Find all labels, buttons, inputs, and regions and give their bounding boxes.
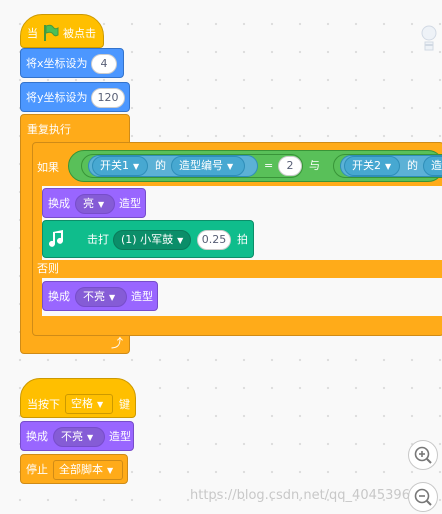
and-operator[interactable]: 开关1 ▼ 的 造型编号 ▼ = 2 与 开关2 ▼ 的 造	[68, 150, 442, 182]
key-dropdown[interactable]: 空格 ▼	[65, 394, 113, 414]
set-x-label: 将x坐标设为	[26, 57, 88, 70]
chevron-down-icon: ▼	[109, 293, 116, 302]
chevron-down-icon: ▼	[227, 162, 234, 171]
zoom-in-icon	[414, 446, 432, 464]
drum-label: 击打	[87, 233, 109, 246]
stop-option-dropdown[interactable]: 全部脚本 ▼	[53, 460, 123, 480]
else-costume-suffix-label: 造型	[131, 290, 153, 303]
set-x-block[interactable]: 将x坐标设为 4	[20, 48, 124, 78]
set-y-value-input[interactable]: 120	[91, 88, 125, 108]
loop-arrow-icon: ⤴	[111, 336, 124, 350]
switch-costume-block-2[interactable]: 换成 不亮 ▼ 造型	[20, 421, 134, 451]
sprite-thumbnail-icon[interactable]	[420, 22, 438, 54]
drum-dropdown[interactable]: (1) 小军鼓 ▼	[113, 230, 191, 250]
costume-suffix-label-2: 造型	[109, 430, 131, 443]
equals-operator[interactable]: 开关1 ▼ 的 造型编号 ▼ = 2	[81, 154, 303, 178]
beats-value-input[interactable]: 0.25	[197, 230, 231, 250]
costume-suffix-label: 造型	[119, 197, 141, 210]
zoom-out-icon	[414, 488, 432, 506]
forever-label: 重复执行	[27, 123, 71, 136]
chevron-down-icon: ▼	[98, 200, 105, 209]
chevron-down-icon: ▼	[97, 400, 104, 409]
switch-costume-label-else: 换成	[48, 290, 70, 303]
equals-value-input[interactable]: 2	[278, 156, 302, 176]
chevron-down-icon: ▼	[385, 162, 392, 171]
hat-clicked-label: 被点击	[63, 27, 96, 40]
equals-label: =	[264, 159, 274, 172]
switch-costume-label-2: 换成	[26, 430, 48, 443]
play-drum-block[interactable]: 击打 (1) 小军鼓 ▼ 0.25 拍	[42, 220, 254, 258]
costume-dropdown-2[interactable]: 不亮 ▼	[53, 427, 105, 447]
costume-dropdown-off[interactable]: 不亮 ▼	[75, 287, 127, 307]
set-x-value-input[interactable]: 4	[91, 54, 117, 74]
sensing-of-block-2[interactable]: 开关2 ▼ 的 造	[340, 155, 442, 177]
sensor1-dropdown[interactable]: 开关1 ▼	[92, 156, 148, 176]
zoom-out-button[interactable]	[408, 482, 438, 512]
when-key-label: 当按下	[27, 398, 60, 411]
stop-label: 停止	[26, 463, 48, 476]
set-y-block[interactable]: 将y坐标设为 120	[20, 82, 130, 112]
chevron-down-icon: ▼	[107, 466, 114, 475]
else-label: 否则	[37, 262, 59, 275]
costume-dropdown-on[interactable]: 亮 ▼	[75, 194, 115, 214]
key-suffix-label: 键	[119, 398, 130, 411]
chevron-down-icon: ▼	[133, 162, 140, 171]
zoom-in-button[interactable]	[408, 440, 438, 470]
stop-block[interactable]: 停止 全部脚本 ▼	[20, 454, 128, 484]
of1-label: 的	[155, 159, 166, 172]
when-key-pressed-block[interactable]: 当按下 空格 ▼ 键	[20, 378, 136, 418]
when-flag-clicked-block[interactable]: 当 被点击	[20, 14, 104, 48]
green-flag-icon	[43, 24, 59, 45]
beats-label: 拍	[237, 233, 248, 246]
hat-when-label: 当	[27, 27, 38, 40]
chevron-down-icon: ▼	[87, 433, 94, 442]
chevron-down-icon: ▼	[177, 236, 184, 245]
sensor2-dropdown[interactable]: 开关2 ▼	[344, 156, 400, 176]
and-label: 与	[309, 159, 320, 172]
switch-costume-label: 换成	[48, 197, 70, 210]
if-label: 如果	[37, 161, 59, 174]
equals-operator-2[interactable]: 开关2 ▼ 的 造	[333, 154, 442, 178]
switch-costume-block-if[interactable]: 换成 亮 ▼ 造型	[42, 188, 146, 218]
music-note-icon	[49, 229, 71, 254]
costume-number-dropdown-2[interactable]: 造	[423, 156, 442, 176]
costume-number-dropdown-1[interactable]: 造型编号 ▼	[171, 156, 245, 176]
of2-label: 的	[407, 159, 418, 172]
watermark-text: https://blog.csdn.net/qq_4045396	[190, 488, 410, 503]
switch-costume-block-else[interactable]: 换成 不亮 ▼ 造型	[42, 281, 158, 311]
sensing-of-block-1[interactable]: 开关1 ▼ 的 造型编号 ▼	[88, 155, 258, 177]
set-y-label: 将y坐标设为	[26, 91, 88, 104]
